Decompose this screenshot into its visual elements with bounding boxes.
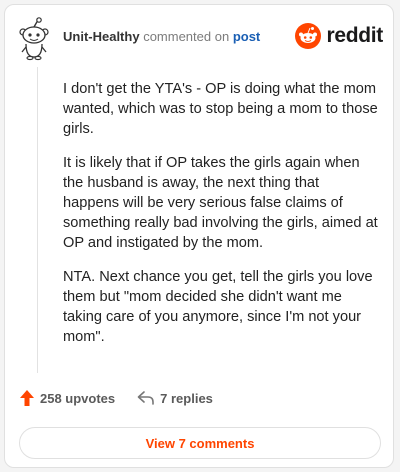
replies-button[interactable]: 7 replies bbox=[137, 391, 213, 406]
comment-paragraph: NTA. Next chance you get, tell the girls… bbox=[63, 269, 373, 345]
post-link[interactable]: post bbox=[233, 29, 260, 44]
snoo-avatar-icon bbox=[19, 17, 49, 61]
upvote-count: 258 upvotes bbox=[40, 390, 116, 406]
avatar[interactable] bbox=[17, 17, 51, 61]
username[interactable]: Unit-Healthy bbox=[63, 29, 140, 44]
comment-card: Unit-Healthy commented on post reddit I … bbox=[4, 4, 394, 468]
comment-paragraph: I don't get the YTA's - OP is doing what… bbox=[63, 81, 378, 137]
comment-footer: 258 upvotes 7 replies bbox=[19, 389, 213, 407]
reply-arrow-icon bbox=[137, 391, 154, 405]
thread-line bbox=[37, 67, 38, 373]
reddit-brand[interactable]: reddit bbox=[295, 23, 383, 49]
reddit-logo-icon bbox=[295, 23, 322, 49]
comment-body: I don't get the YTA's - OP is doing what… bbox=[63, 79, 379, 361]
comment-action-text: commented on bbox=[143, 29, 230, 44]
reply-count: 7 replies bbox=[160, 390, 213, 406]
upvote-button[interactable]: 258 upvotes bbox=[19, 389, 115, 407]
comment-paragraph: It is likely that if OP takes the girls … bbox=[63, 155, 378, 251]
brand-name: reddit bbox=[326, 24, 383, 47]
upvote-arrow-icon bbox=[20, 390, 34, 406]
comment-header: Unit-Healthy commented on post bbox=[63, 29, 260, 45]
view-comments-button[interactable]: View 7 comments bbox=[19, 427, 381, 459]
